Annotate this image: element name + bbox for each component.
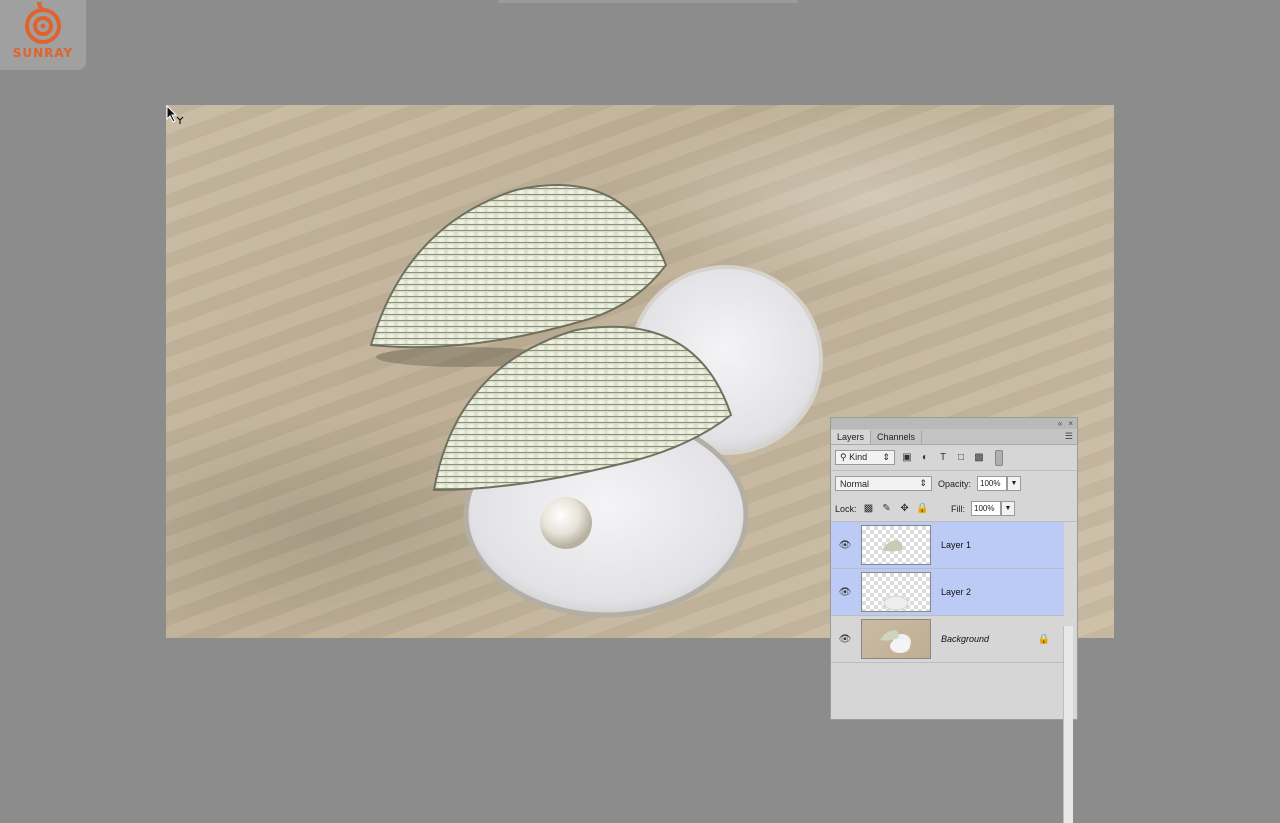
eye-icon[interactable]: 👁 [831,634,859,645]
panel-menu-icon[interactable]: ☰ [1065,431,1073,442]
title-area [498,0,798,3]
lock-transparent-icon[interactable]: ▩ [863,503,875,515]
filter-toggle[interactable] [995,449,1003,466]
filter-row: ⚲ Kind ⇕ ▣ ◐ T □ ▩ [831,445,1077,471]
back-shell-top [369,184,668,349]
layer-thumbnail [861,572,931,612]
fill-label: Fill: [951,503,965,514]
panel-titlebar[interactable]: « × [831,418,1077,429]
blend-row: Normal ⇕ Opacity: 100% ▼ [831,471,1077,496]
chevron-updown-icon: ⇕ [919,478,927,488]
tab-channels[interactable]: Channels [871,430,923,444]
lock-label: Lock: [835,503,857,514]
eye-icon[interactable]: 👁 [831,540,859,551]
layers-list: 👁 Layer 1 👁 Layer 2 👁 Background 🔒 [831,522,1077,823]
pixel-filter-icon[interactable]: ▣ [901,452,913,464]
spiral-logo-icon [25,2,61,44]
lock-row: Lock: ▩ ✎ ✥ 🔒 Fill: 100% ▼ [831,496,1077,522]
lock-icon: 🔒 [1037,633,1050,645]
opacity-dropdown-button[interactable]: ▼ [1007,476,1022,491]
eye-icon[interactable]: 👁 [831,587,859,598]
lock-all-icon[interactable]: 🔒 [916,503,928,515]
layers-panel: « × Layers Channels ☰ ⚲ Kind ⇕ ▣ ◐ T □ ▩… [830,417,1078,823]
layer-name: Layer 2 [941,587,972,597]
layer-name: Layer 1 [941,540,972,550]
kind-filter-select[interactable]: ⚲ Kind ⇕ [835,450,895,465]
layer-thumbnail [861,525,931,565]
layer-row-background[interactable]: 👁 Background 🔒 [831,616,1064,663]
move-tool-cursor-icon [166,105,184,124]
logo: SUNRAY [0,0,86,70]
smart-object-filter-icon[interactable]: ▩ [973,452,985,464]
type-filter-icon[interactable]: T [937,452,949,464]
layer-name: Background [941,634,990,644]
fill-dropdown-button[interactable]: ▼ [1001,501,1015,516]
layer-row-layer1[interactable]: 👁 Layer 1 [831,522,1064,569]
search-icon: ⚲ [840,452,847,462]
collapse-icon[interactable]: « [1058,419,1062,428]
opacity-input[interactable]: 100% [977,476,1008,491]
logo-text: SUNRAY [12,46,74,60]
layer-row-layer2[interactable]: 👁 Layer 2 [831,569,1064,616]
blend-mode-value: Normal [840,478,870,489]
layer-thumbnail [861,619,931,659]
layers-scrollbar[interactable] [1063,626,1073,823]
fill-input[interactable]: 100% [971,501,1001,516]
adjustment-filter-icon[interactable]: ◐ [919,452,931,464]
lock-position-icon[interactable]: ✥ [899,503,911,515]
tab-layers[interactable]: Layers [831,430,872,444]
blend-mode-select[interactable]: Normal ⇕ [835,476,932,491]
opacity-label: Opacity: [938,478,972,489]
lock-image-brush-icon[interactable]: ✎ [881,503,893,515]
shape-filter-icon[interactable]: □ [955,452,967,464]
panel-tabs: Layers Channels ☰ [831,429,1077,445]
chevron-updown-icon: ⇕ [882,452,890,462]
pearl [540,497,592,549]
close-icon[interactable]: × [1068,419,1073,428]
